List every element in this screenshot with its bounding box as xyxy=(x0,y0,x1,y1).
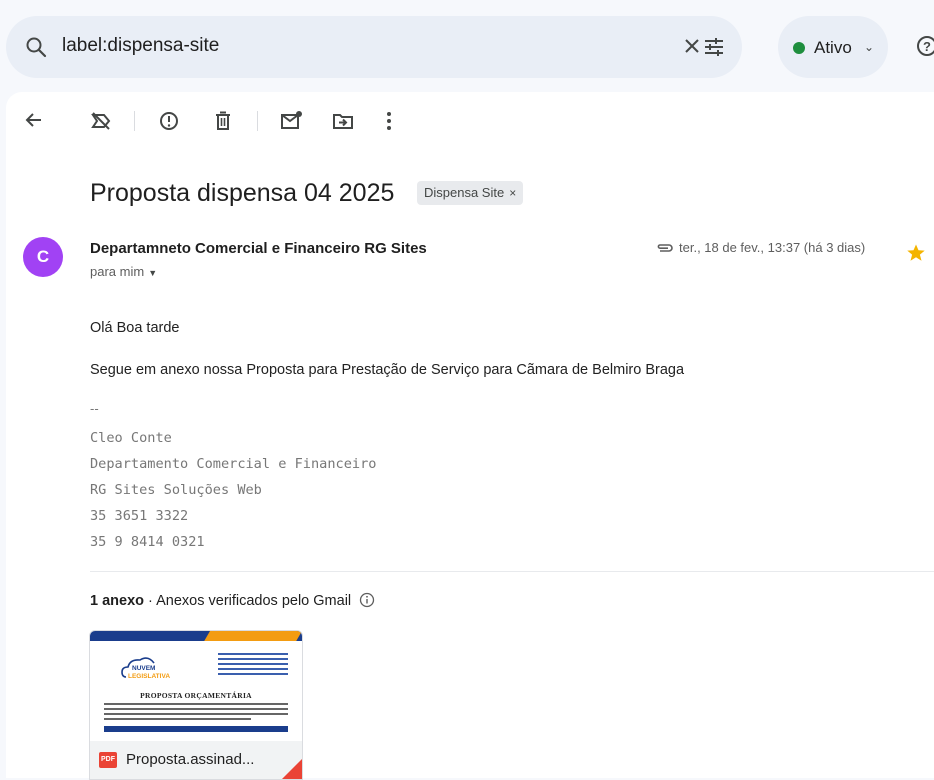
report-spam-icon[interactable] xyxy=(158,110,180,137)
preview-title: PROPOSTA ORÇAMENTÁRIA xyxy=(140,691,252,700)
status-dot-icon xyxy=(793,42,805,54)
attachments-header: 1 anexo · Anexos verificados pelo Gmail xyxy=(90,592,375,612)
label-chip[interactable]: Dispensa Site × xyxy=(417,181,524,205)
star-icon[interactable] xyxy=(906,243,926,268)
label-chip-text: Dispensa Site xyxy=(424,185,505,200)
logo-text-bottom: LEGISLATIVA xyxy=(128,673,170,680)
attachment-footer[interactable]: PDF Proposta.assinad... xyxy=(90,741,302,779)
search-input[interactable]: label:dispensa-site xyxy=(62,35,219,57)
signature-separator: -- xyxy=(90,401,99,416)
signature-line: Cleo Conte xyxy=(90,430,172,446)
recipient-toggle[interactable]: para mim ▼ xyxy=(90,264,157,279)
attachment-count: 1 anexo xyxy=(90,593,144,609)
logo-text-top: NUVEM xyxy=(132,665,155,672)
email-subject: Proposta dispensa 04 2025 xyxy=(90,179,395,207)
email-body: Segue em anexo nossa Proposta para Prest… xyxy=(90,362,685,378)
corner-fold-icon xyxy=(282,759,302,779)
recipient-label: para mim xyxy=(90,264,145,279)
caret-down-icon: ▼ xyxy=(148,268,158,278)
email-date[interactable]: ter., 18 de fev., 13:37 (há 3 dias) xyxy=(679,240,865,255)
delete-icon[interactable] xyxy=(212,110,234,137)
pdf-icon: PDF xyxy=(99,752,117,768)
help-icon[interactable]: ? xyxy=(916,35,934,62)
email-greeting: Olá Boa tarde xyxy=(90,320,180,336)
more-icon[interactable] xyxy=(384,110,394,137)
avatar[interactable]: C xyxy=(23,237,63,277)
attachment-icon xyxy=(656,241,674,260)
status-selector[interactable]: Ativo ⌄ xyxy=(778,16,888,78)
signature-line: 35 3651 3322 xyxy=(90,508,189,524)
signature-line: 35 9 8414 0321 xyxy=(90,534,205,550)
divider xyxy=(90,571,934,572)
search-bar[interactable]: label:dispensa-site xyxy=(6,16,742,78)
separator-dot: · xyxy=(148,593,153,609)
remove-label-icon[interactable]: × xyxy=(509,186,516,200)
attachment-filename[interactable]: Proposta.assinad... xyxy=(126,751,254,768)
info-icon[interactable] xyxy=(359,592,375,612)
svg-text:?: ? xyxy=(923,39,931,54)
preview-text-lines xyxy=(104,703,288,723)
clear-search-icon[interactable] xyxy=(682,36,702,61)
sender-name[interactable]: Departamneto Comercial e Financeiro RG S… xyxy=(90,240,427,257)
back-icon[interactable] xyxy=(24,110,44,135)
attachments-verified-text: Anexos verificados pelo Gmail xyxy=(156,593,352,609)
signature-line: RG Sites Soluções Web xyxy=(90,482,262,498)
mark-not-important-icon[interactable] xyxy=(90,110,112,137)
chevron-down-icon: ⌄ xyxy=(864,40,875,54)
preview-table-header xyxy=(104,726,288,732)
status-label: Ativo xyxy=(814,38,852,57)
preview-accent-band xyxy=(204,631,302,641)
attachment-card[interactable]: NUVEM LEGISLATIVA PROPOSTA ORÇAMENTÁRIA … xyxy=(89,630,303,780)
search-icon[interactable] xyxy=(24,35,48,64)
mark-unread-icon[interactable] xyxy=(280,110,304,137)
nuvem-logo-icon: NUVEM LEGISLATIVA xyxy=(120,653,190,688)
email-panel: Proposta dispensa 04 2025 Dispensa Site ×… xyxy=(6,92,934,780)
preview-contact-block xyxy=(218,653,288,678)
signature-line: Departamento Comercial e Financeiro xyxy=(90,456,377,472)
search-options-icon[interactable] xyxy=(703,37,725,62)
move-to-icon[interactable] xyxy=(332,110,354,137)
